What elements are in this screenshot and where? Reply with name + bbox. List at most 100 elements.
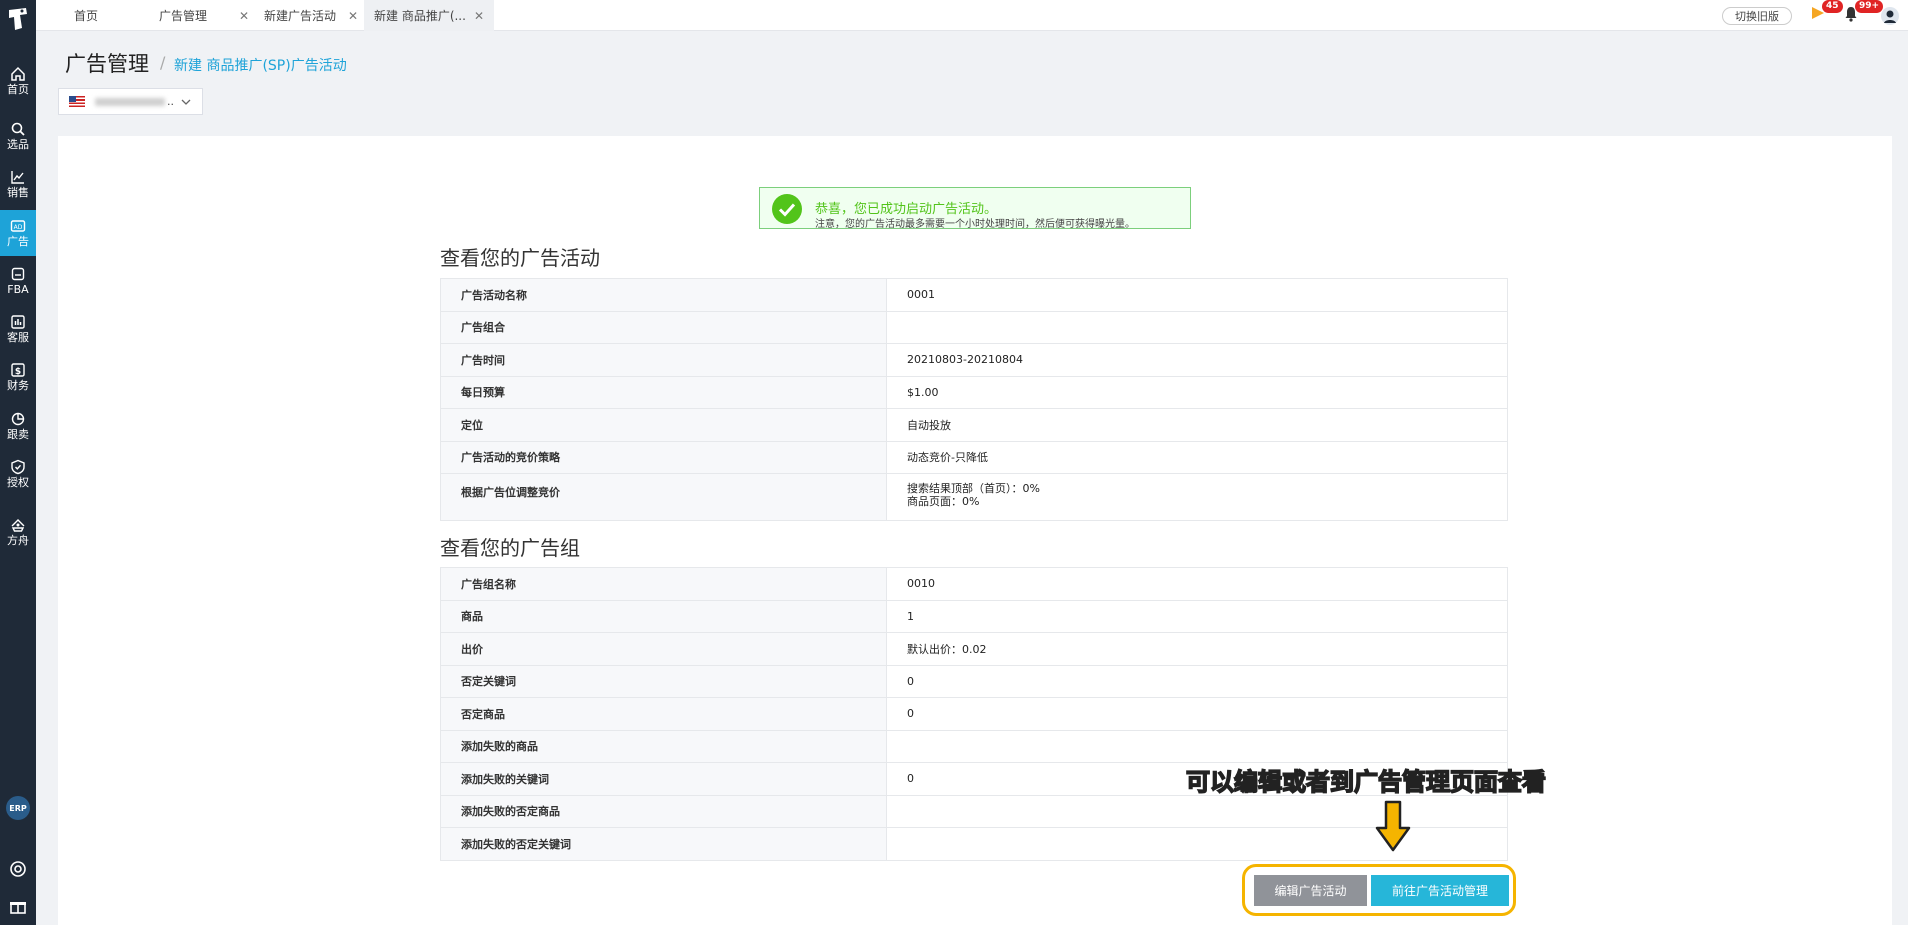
table-row: 添加失败的否定商品 — [440, 794, 1508, 828]
store-name-blurred — [95, 97, 165, 106]
sidebar-item-label: FBA — [7, 283, 29, 296]
sidebar-item-fba[interactable]: FBA — [0, 258, 36, 304]
row-value — [886, 794, 1508, 828]
row-key: 根据广告位调整竞价 — [440, 473, 887, 521]
pie-chart-icon — [11, 412, 25, 426]
dollar-icon: $ — [11, 363, 25, 377]
notification-flag[interactable]: 45 — [1811, 0, 1843, 27]
table-row: 添加失败的否定关键词 — [440, 827, 1508, 861]
tab-label: 新建 商品推广(... — [374, 9, 466, 23]
gift-icon[interactable] — [9, 897, 27, 915]
row-value — [886, 827, 1508, 861]
sidebar-item-label: 客服 — [7, 331, 29, 344]
row-key: 广告活动的竞价策略 — [440, 440, 887, 474]
table-row: 否定关键词 0 — [440, 664, 1508, 698]
adgroup-table: 广告组名称 0010 商品 1 出价 默认出价：0.02 否定关键词 0 否定商品 0 添… — [440, 567, 1508, 861]
erp-button[interactable]: ERP — [6, 796, 30, 820]
row-value: 搜索结果顶部（首页）：0% 商品页面：0% — [886, 473, 1508, 521]
tab-new-sp-campaign[interactable]: 新建 商品推广(... ✕ — [364, 0, 495, 31]
tab-label: 首页 — [74, 9, 99, 23]
tab-label: 新建广告活动 — [264, 9, 337, 23]
tab-new-campaign[interactable]: 新建广告活动 ✕ — [254, 0, 368, 31]
table-row: 添加失败的商品 — [440, 729, 1508, 763]
row-key: 添加失败的商品 — [440, 729, 887, 763]
sidebar-item-ark[interactable]: 方舟 — [0, 509, 36, 555]
close-icon[interactable]: ✕ — [348, 9, 358, 23]
table-row: 广告组名称 0010 — [440, 567, 1508, 601]
support-icon[interactable] — [9, 860, 27, 878]
svg-text:$: $ — [15, 367, 21, 377]
table-row: 每日预算 $1.00 — [440, 375, 1508, 409]
row-key: 广告时间 — [440, 343, 887, 377]
app-logo-icon[interactable] — [6, 6, 30, 32]
row-value: 自动投放 — [886, 408, 1508, 442]
notification-bell[interactable]: 99+ — [1844, 0, 1884, 27]
sidebar-item-label: 授权 — [7, 476, 29, 489]
chevron-down-icon — [181, 99, 191, 105]
ark-icon — [11, 519, 25, 532]
sidebar-item-sales[interactable]: 销售 — [0, 161, 36, 207]
row-key: 否定关键词 — [440, 664, 887, 698]
row-key: 添加失败的否定关键词 — [440, 827, 887, 861]
sidebar-item-label: 财务 — [7, 379, 29, 392]
success-note: 注意，您的广告活动最多需要一个小时处理时间，然后便可获得曝光量。 — [815, 219, 1135, 230]
close-icon[interactable]: ✕ — [474, 9, 484, 23]
success-alert: 恭喜，您已成功启动广告活动。 注意，您的广告活动最多需要一个小时处理时间，然后便… — [759, 187, 1191, 230]
store-selector[interactable]: .. — [58, 88, 203, 115]
table-row: 广告活动的竞价策略 动态竞价-只降低 — [440, 440, 1508, 474]
sidebar-item-follow-sell[interactable]: 跟卖 — [0, 403, 36, 449]
row-key: 广告组合 — [440, 310, 887, 344]
user-avatar[interactable] — [1880, 6, 1900, 30]
tab-home[interactable]: 首页 — [64, 0, 108, 31]
placement-product-value: 商品页面：0% — [907, 495, 980, 508]
box-icon — [11, 267, 25, 281]
table-row: 出价 默认出价：0.02 — [440, 632, 1508, 666]
row-value: 1 — [886, 599, 1508, 633]
row-value: 0 — [886, 664, 1508, 698]
row-value: 20210803-20210804 — [886, 343, 1508, 377]
sidebar-item-label: 首页 — [7, 83, 29, 96]
sidebar-item-label: 选品 — [7, 138, 29, 151]
row-key: 添加失败的否定商品 — [440, 794, 887, 828]
sidebar-item-selection[interactable]: 选品 — [0, 113, 36, 159]
page-title: 广告管理 — [65, 52, 149, 76]
table-row: 广告组合 — [440, 310, 1508, 344]
sidebar-item-auth[interactable]: 授权 — [0, 451, 36, 497]
close-icon[interactable]: ✕ — [239, 9, 249, 23]
edit-campaign-button[interactable]: 编辑广告活动 — [1254, 875, 1367, 906]
row-key: 商品 — [440, 599, 887, 633]
row-value — [886, 729, 1508, 763]
row-key: 添加失败的关键词 — [440, 762, 887, 796]
tab-ad-management[interactable]: 广告管理 ✕ — [149, 0, 259, 31]
breadcrumb-current[interactable]: 新建 商品推广(SP)广告活动 — [174, 55, 347, 75]
ad-icon: AD — [10, 220, 26, 232]
breadcrumb-separator: / — [160, 53, 166, 72]
sidebar-item-home[interactable]: 首页 — [0, 58, 36, 104]
row-value: 0 — [886, 697, 1508, 731]
row-value: 0010 — [886, 567, 1508, 601]
sidebar-item-service[interactable]: 客服 — [0, 306, 36, 352]
row-value: 动态竞价-只降低 — [886, 440, 1508, 474]
tab-label: 广告管理 — [159, 9, 208, 23]
sidebar: 首页 选品 销售 AD 广告 FBA 客服 $ 财务 跟卖 授权 方舟 ERP — [0, 0, 36, 925]
table-row: 否定商品 0 — [440, 697, 1508, 731]
row-key: 出价 — [440, 632, 887, 666]
shield-check-icon — [11, 459, 25, 475]
adgroup-section-title: 查看您的广告组 — [440, 536, 580, 560]
sidebar-item-label: 销售 — [7, 186, 29, 199]
campaign-section-title: 查看您的广告活动 — [440, 246, 600, 270]
sidebar-item-ads[interactable]: AD 广告 — [0, 210, 36, 256]
campaign-table: 广告活动名称 0001 广告组合 广告时间 20210803-20210804 每日… — [440, 278, 1508, 521]
go-to-campaign-management-button[interactable]: 前往广告活动管理 — [1371, 875, 1509, 906]
sidebar-item-finance[interactable]: $ 财务 — [0, 354, 36, 400]
row-key: 广告组名称 — [440, 567, 887, 601]
row-key: 定位 — [440, 408, 887, 442]
bar-chart-icon — [11, 315, 25, 329]
search-icon — [11, 122, 25, 136]
notification-badge: 45 — [1822, 0, 1843, 13]
switch-old-version-button[interactable]: 切换旧版 — [1722, 7, 1792, 25]
sidebar-item-label: 跟卖 — [7, 428, 29, 441]
row-value: 默认出价：0.02 — [886, 632, 1508, 666]
row-value — [886, 310, 1508, 344]
arrow-down-icon — [1375, 800, 1411, 852]
